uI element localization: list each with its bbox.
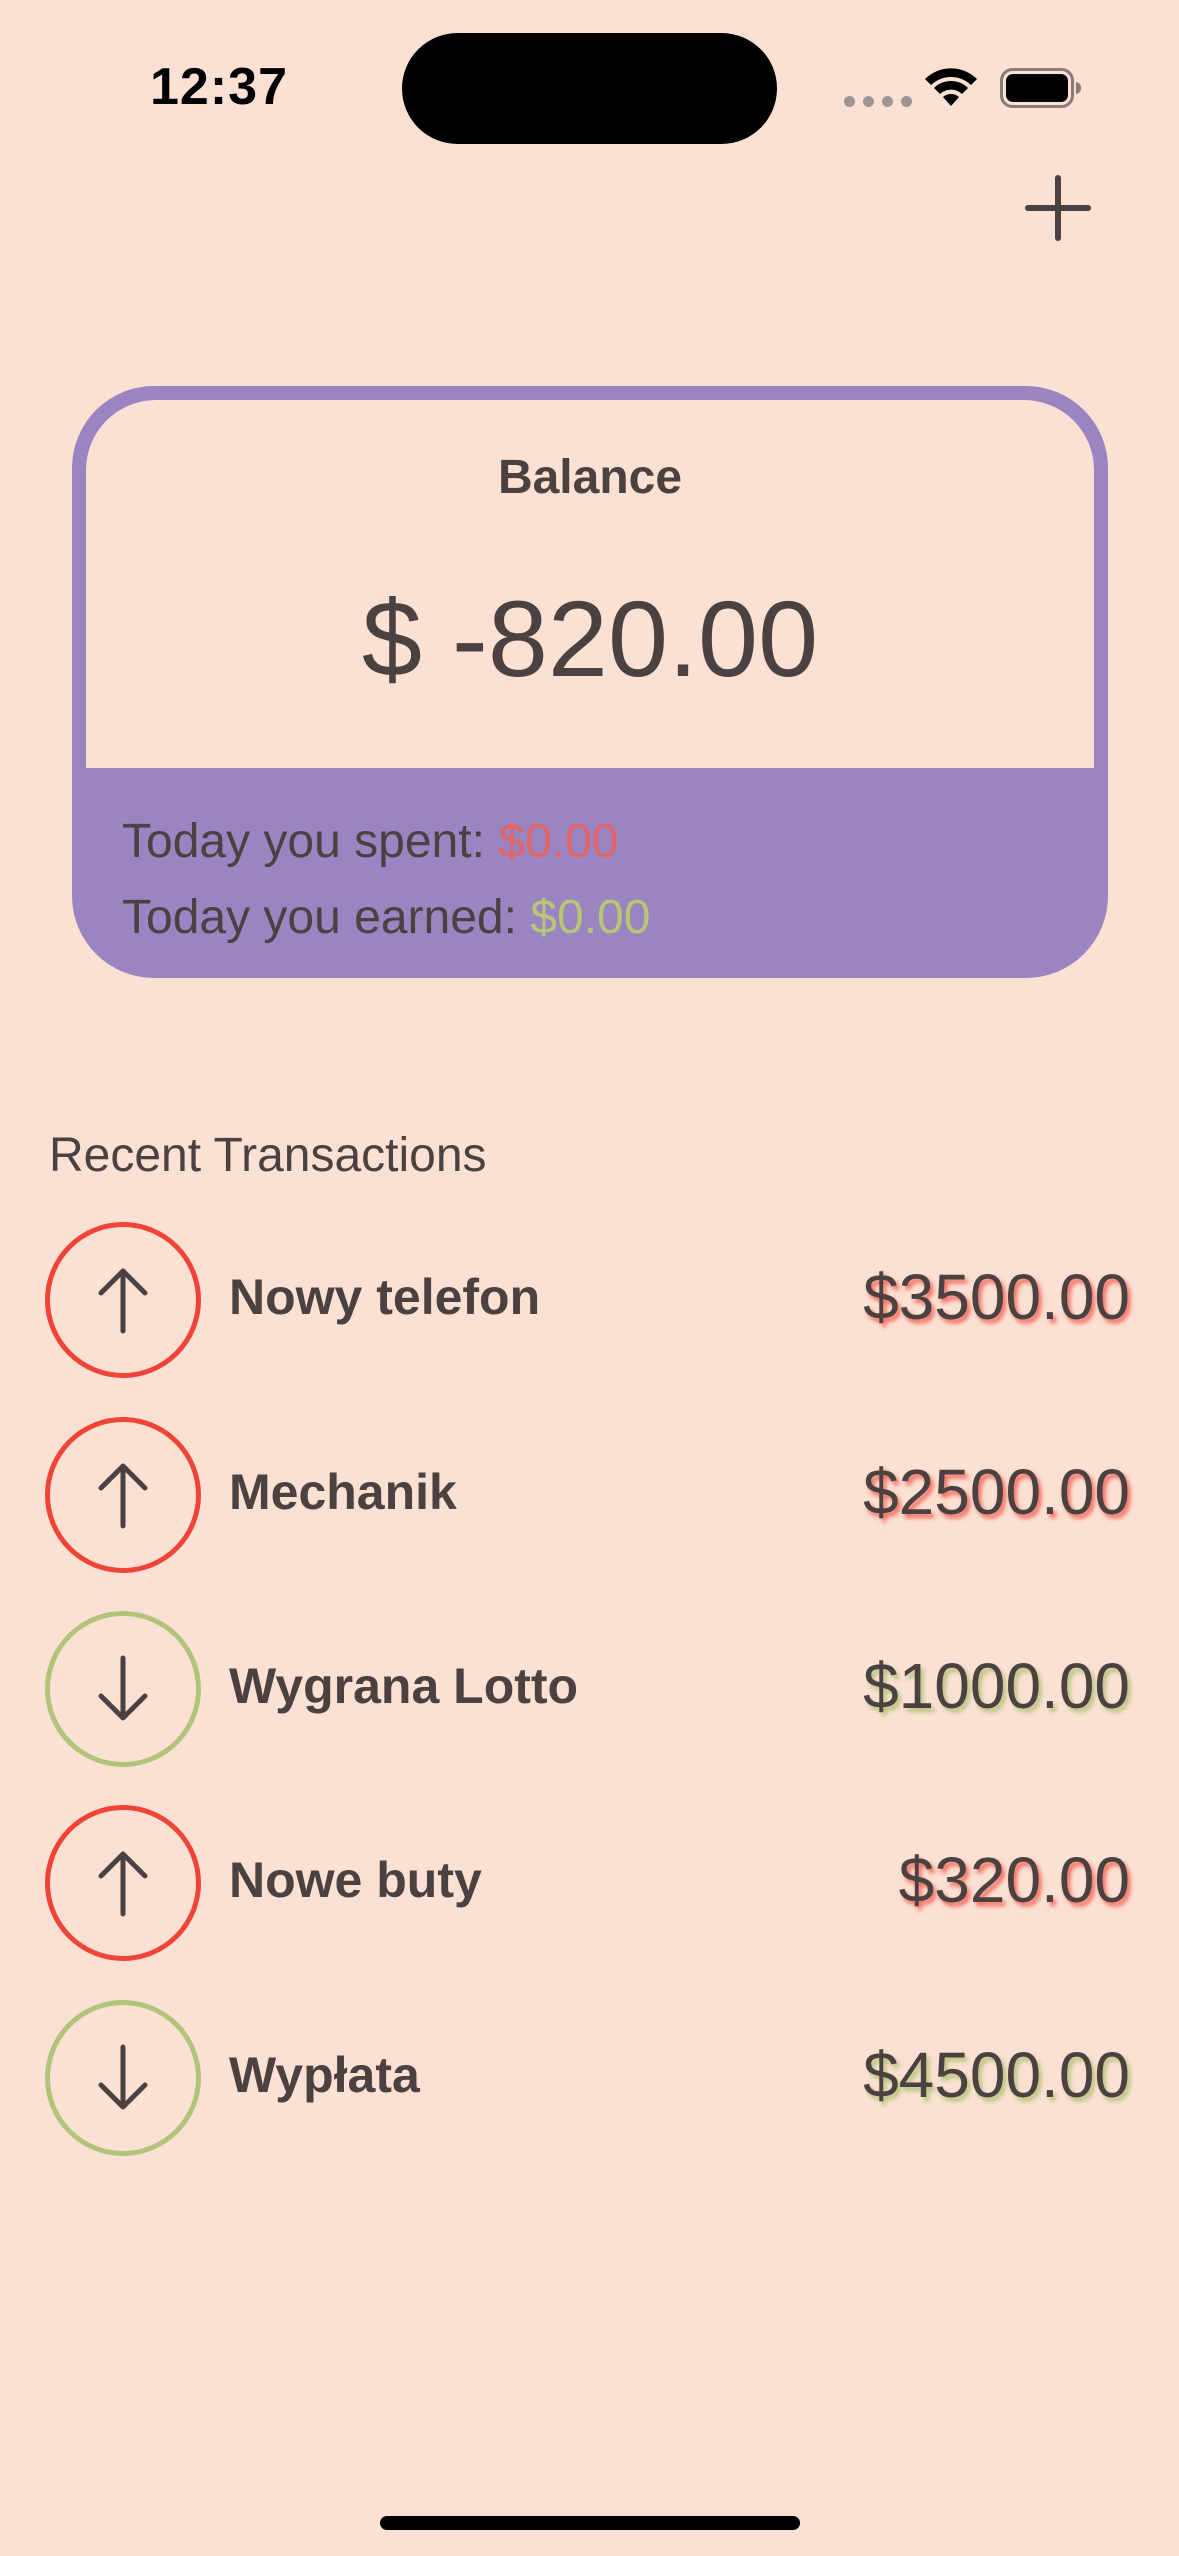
transaction-row[interactable]: Wypłata $4500.00 (0, 2000, 1179, 2160)
wifi-icon (925, 68, 977, 106)
balance-panel: Balance $ -820.00 (86, 400, 1094, 768)
today-earned-label: Today you earned: (122, 891, 531, 944)
recent-transactions-title: Recent Transactions (49, 1129, 487, 1182)
arrow-down-icon (98, 2044, 148, 2110)
battery-icon (1000, 68, 1081, 108)
transaction-amount: $4500.00 (863, 2039, 1130, 2111)
status-bar: 12:37 (0, 0, 1179, 180)
today-earned-value: $0.00 (530, 891, 651, 944)
today-spent-value: $0.00 (498, 815, 619, 868)
arrow-up-icon (98, 1463, 148, 1529)
cellular-signal-icon (844, 96, 912, 107)
transaction-direction-badge (45, 1611, 201, 1767)
transaction-row[interactable]: Mechanik $2500.00 (0, 1417, 1179, 1577)
balance-title: Balance (497, 451, 683, 504)
transaction-amount: $1000.00 (863, 1650, 1130, 1722)
transaction-name: Wygrana Lotto (229, 1658, 579, 1714)
transaction-direction-badge (45, 1417, 201, 1573)
balance-card: Balance $ -820.00 Today you spent: $0.00… (72, 386, 1108, 978)
transaction-direction-badge (45, 1222, 201, 1378)
transaction-amount: $3500.00 (863, 1261, 1130, 1333)
transaction-name: Nowe buty (229, 1852, 482, 1908)
plus-icon (1025, 175, 1091, 241)
today-spent-label: Today you spent: (122, 815, 499, 868)
transaction-direction-badge (45, 1805, 201, 1961)
transaction-row[interactable]: Nowe buty $320.00 (0, 1805, 1179, 1965)
arrow-up-icon (98, 1268, 148, 1334)
today-spent-row: Today you spent: $0.00 (122, 814, 618, 869)
dynamic-island (402, 33, 777, 144)
status-time: 12:37 (150, 58, 288, 116)
home-indicator[interactable] (380, 2516, 800, 2530)
transaction-amount: $320.00 (898, 1844, 1130, 1916)
transaction-row[interactable]: Wygrana Lotto $1000.00 (0, 1611, 1179, 1771)
transaction-direction-badge (45, 2000, 201, 2156)
transaction-name: Nowy telefon (229, 1269, 541, 1325)
arrow-down-icon (98, 1655, 148, 1721)
transaction-amount: $2500.00 (863, 1456, 1130, 1528)
add-transaction-button[interactable] (1022, 172, 1094, 244)
transaction-name: Wypłata (229, 2047, 420, 2103)
transaction-row[interactable]: Nowy telefon $3500.00 (0, 1222, 1179, 1382)
arrow-up-icon (98, 1851, 148, 1917)
balance-amount: $ -820.00 (361, 578, 819, 699)
transaction-name: Mechanik (229, 1464, 457, 1520)
today-earned-row: Today you earned: $0.00 (122, 890, 650, 945)
